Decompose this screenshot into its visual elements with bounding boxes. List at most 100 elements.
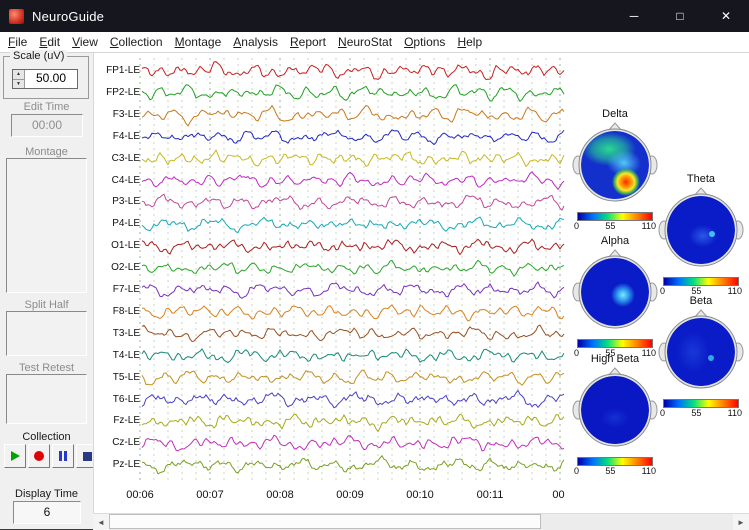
- eeg-trace-t4-le: [141, 348, 565, 364]
- montage-label: Montage: [25, 146, 68, 158]
- scale-tick: 0: [574, 221, 580, 231]
- minimize-button[interactable]: ─: [611, 0, 657, 32]
- horizontal-scrollbar[interactable]: ◄ ►: [93, 513, 749, 530]
- scroll-right-button[interactable]: ►: [733, 514, 749, 530]
- collection-label: Collection: [22, 431, 71, 443]
- topomap-title: Alpha: [600, 235, 630, 247]
- eeg-trace-canvas: [139, 58, 565, 481]
- topomap-title: Beta: [689, 295, 713, 307]
- scale-value: 50.00: [35, 71, 67, 85]
- spinner-arrows: ▲ ▼: [13, 70, 25, 88]
- menu-bar: File Edit View Collection Montage Analysis Rep…: [0, 32, 749, 53]
- channel-label-pz-le: Pz-LE: [112, 459, 140, 471]
- eeg-trace-f4-le: [141, 129, 565, 146]
- edit-time-field: 00:00: [11, 114, 83, 137]
- color-scale-bar: [577, 339, 653, 348]
- scale-spinner[interactable]: ▲ ▼ 50.00: [12, 69, 78, 89]
- maximize-button[interactable]: □: [657, 0, 703, 32]
- topomap-title: High Beta: [590, 353, 640, 365]
- menu-item-options[interactable]: Options: [398, 33, 451, 51]
- split-half-box: [6, 311, 87, 356]
- app-icon: [9, 8, 24, 24]
- channel-label-o2-le: O2-LE: [111, 262, 140, 274]
- edit-time-label: Edit Time: [23, 101, 70, 113]
- topomap-beta: Beta 0 55 110: [655, 295, 747, 418]
- scale-tick: 55: [691, 408, 702, 418]
- channel-label-fp2-le: FP2-LE: [106, 86, 140, 98]
- pause-icon: [59, 451, 67, 461]
- channel-label-cz-le: Cz-LE: [112, 437, 140, 449]
- topomap-panel: Delta 0 55 110 Theta 0 55 110 Alpha 0 55 110 Beta…: [565, 53, 749, 513]
- play-icon: [10, 451, 20, 461]
- menu-item-view[interactable]: View: [66, 33, 104, 51]
- menu-item-montage[interactable]: Montage: [169, 33, 228, 51]
- minimize-icon: ─: [629, 9, 639, 23]
- montage-list[interactable]: [6, 158, 87, 293]
- color-scale-ticks: 0 55 110: [574, 466, 656, 476]
- collection-buttons: [4, 444, 98, 468]
- scale-tick: 0: [574, 466, 580, 476]
- channel-label-fp1-le: FP1-LE: [106, 65, 140, 76]
- scrollbar-thumb[interactable]: [109, 514, 541, 529]
- channel-label-fz-le: Fz-LE: [113, 415, 140, 427]
- head-topography: [572, 122, 658, 202]
- eeg-trace-p4-le: [141, 216, 565, 234]
- eeg-trace-f3-le: [141, 104, 565, 127]
- head-topography: [572, 249, 658, 329]
- menu-item-collection[interactable]: Collection: [104, 33, 169, 51]
- pause-button[interactable]: [52, 444, 74, 468]
- eeg-trace-t5-le: [141, 369, 565, 387]
- eeg-trace-c3-le: [141, 149, 565, 168]
- spin-down-icon[interactable]: ▼: [13, 79, 24, 88]
- stop-icon: [82, 451, 92, 461]
- eeg-trace-t3-le: [141, 324, 565, 343]
- channel-label-t4-le: T4-LE: [112, 349, 140, 361]
- menu-item-report[interactable]: Report: [284, 33, 332, 51]
- scroll-left-button[interactable]: ◄: [93, 514, 109, 530]
- channel-label-f3-le: F3-LE: [112, 108, 140, 120]
- color-scale-ticks: 0 55 110: [660, 408, 742, 418]
- scale-tick: 55: [605, 221, 616, 231]
- time-label: 00:07: [196, 489, 224, 501]
- title-bar[interactable]: NeuroGuide ─ □ ✕: [0, 0, 749, 32]
- menu-item-file[interactable]: File: [2, 33, 33, 51]
- eeg-trace-t6-le: [141, 389, 565, 409]
- scroll-right-icon: ►: [737, 517, 745, 527]
- channel-label-f4-le: F4-LE: [112, 130, 140, 142]
- test-retest-box: [6, 374, 87, 424]
- head-topography: [658, 187, 744, 267]
- eeg-trace-f8-le: [141, 304, 565, 322]
- menu-item-edit[interactable]: Edit: [33, 33, 66, 51]
- sidebar: Scale (uV) ▲ ▼ 50.00 Edit Time 00:00 Mon…: [0, 50, 98, 529]
- scale-tick: 55: [605, 466, 616, 476]
- eeg-trace-pz-le: [141, 454, 565, 475]
- topomap-alpha: Alpha 0 55 110: [569, 235, 661, 358]
- close-button[interactable]: ✕: [703, 0, 749, 32]
- topomap-theta: Theta 0 55 110: [655, 173, 747, 296]
- record-button[interactable]: [28, 444, 50, 468]
- color-scale-bar: [577, 212, 653, 221]
- eeg-trace-fz-le: [141, 413, 565, 433]
- test-retest-label: Test Retest: [18, 362, 75, 374]
- color-scale-ticks: 0 55 110: [574, 221, 656, 231]
- display-time-field: 6: [13, 501, 81, 524]
- menu-item-analysis[interactable]: Analysis: [227, 33, 284, 51]
- window-title: NeuroGuide: [32, 8, 105, 24]
- channel-label-t6-le: T6-LE: [112, 393, 140, 405]
- eeg-trace-cz-le: [141, 434, 565, 452]
- head-topography: [658, 309, 744, 389]
- scale-tick: 110: [641, 221, 656, 231]
- channel-label-f8-le: F8-LE: [112, 305, 140, 317]
- play-button[interactable]: [4, 444, 26, 468]
- channel-label-t3-le: T3-LE: [112, 327, 140, 339]
- eeg-panel[interactable]: FP1-LE FP2-LE F3-LE F4-LE C3-LE C4-LE P3-LE P4-…: [93, 53, 566, 513]
- window-controls: ─ □ ✕: [611, 0, 749, 32]
- eeg-trace-c4-le: [141, 170, 565, 191]
- spin-up-icon[interactable]: ▲: [13, 70, 24, 80]
- time-label: 00:: [552, 489, 566, 501]
- eeg-trace-o1-le: [141, 238, 565, 256]
- color-scale-bar: [663, 277, 739, 286]
- menu-item-neurostat[interactable]: NeuroStat: [332, 33, 398, 51]
- eeg-trace-p3-le: [141, 193, 565, 211]
- menu-item-help[interactable]: Help: [451, 33, 488, 51]
